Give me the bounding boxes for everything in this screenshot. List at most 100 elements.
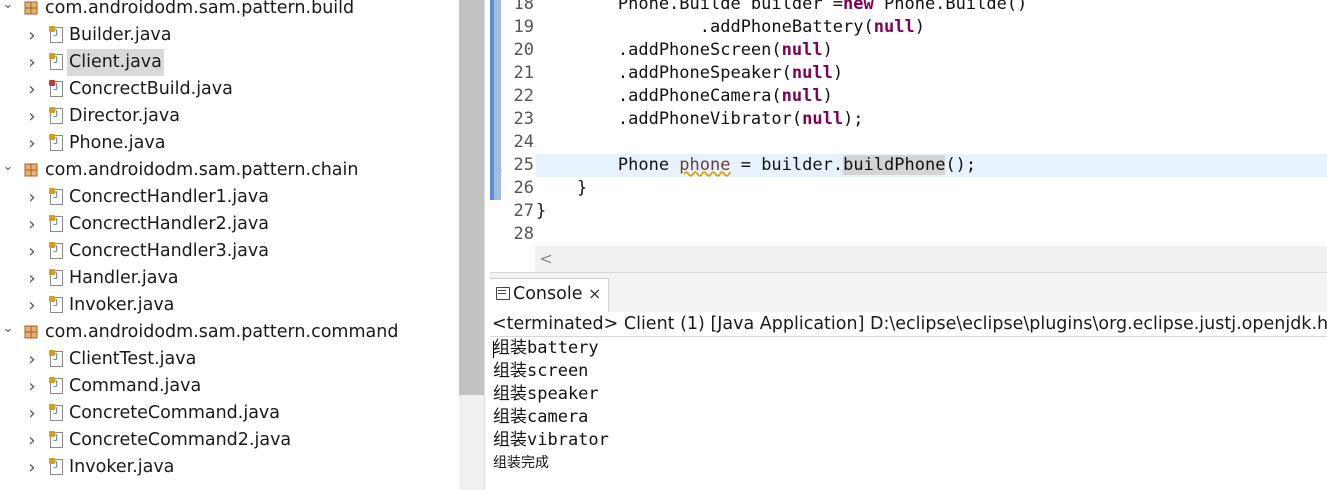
tree-file-row[interactable]: › J Invoker.java bbox=[0, 454, 459, 481]
line-number: 23 bbox=[513, 109, 534, 129]
tree-file-row[interactable]: › J ConcrectHandler1.java bbox=[0, 184, 459, 211]
chevron-right-icon[interactable]: › bbox=[26, 49, 38, 76]
tree-item-label[interactable]: Director.java bbox=[69, 103, 180, 130]
tree-file-row[interactable]: › J Builder.java bbox=[0, 22, 459, 49]
chevron-right-icon[interactable]: › bbox=[26, 265, 38, 292]
tree-item-label[interactable]: Command.java bbox=[69, 373, 201, 400]
tree-file-row[interactable]: › J ClientTest.java bbox=[0, 346, 459, 373]
code-token: (); bbox=[945, 155, 977, 175]
tree-item-label[interactable]: com.androidodm.sam.pattern.chain bbox=[45, 157, 358, 184]
code-token: Phone.Builde() bbox=[873, 0, 1028, 14]
code-text: .addPhoneScreen(null) bbox=[536, 39, 833, 62]
code-token: ) bbox=[832, 63, 844, 83]
console-tab-label[interactable]: Console bbox=[513, 284, 582, 304]
code-token: ) bbox=[914, 17, 925, 37]
code-text: .addPhoneVibrator(null); bbox=[536, 108, 864, 131]
tree-item-label[interactable]: ConcreteCommand.java bbox=[69, 400, 280, 427]
line-number: 26 bbox=[513, 178, 534, 198]
java-file-icon: J bbox=[49, 26, 63, 43]
console-icon bbox=[496, 287, 510, 300]
chevron-right-icon[interactable]: › bbox=[26, 400, 38, 427]
tree-item-label[interactable]: ConcreteCommand2.java bbox=[69, 427, 291, 454]
tree-file-row[interactable]: › J Director.java bbox=[0, 103, 459, 130]
package-explorer: ⌄ com.androidodm.sam.pattern.build › J Build… bbox=[0, 0, 459, 490]
tree-item-label[interactable]: com.androidodm.sam.pattern.build bbox=[45, 0, 354, 22]
code-line[interactable]: 27} bbox=[490, 200, 1327, 223]
tree-item-label[interactable]: Handler.java bbox=[69, 265, 179, 292]
close-icon[interactable]: × bbox=[588, 284, 601, 303]
java-file-icon: J bbox=[49, 269, 63, 286]
tree-file-row[interactable]: › J Handler.java bbox=[0, 265, 459, 292]
java-file-icon: J bbox=[49, 404, 63, 421]
chevron-right-icon[interactable]: › bbox=[26, 373, 38, 400]
chevron-right-icon[interactable]: › bbox=[26, 130, 38, 157]
line-number: 18 bbox=[513, 0, 534, 14]
tree-file-row[interactable]: › J ConcrectBuild.java bbox=[0, 76, 459, 103]
code-line[interactable]: 21 .addPhoneSpeaker(null) bbox=[490, 62, 1327, 85]
package-icon bbox=[24, 1, 38, 15]
chevron-right-icon[interactable]: › bbox=[26, 238, 38, 265]
code-text: .addPhoneBattery(null) bbox=[536, 16, 925, 39]
keyword-token: null bbox=[873, 17, 915, 37]
tree-item-label[interactable]: ConcrectBuild.java bbox=[69, 76, 233, 103]
code-line[interactable]: 22 .addPhoneCamera(null) bbox=[490, 85, 1327, 108]
explorer-scrollbar-thumb[interactable] bbox=[459, 0, 484, 395]
text-caret bbox=[493, 341, 494, 358]
java-file-icon: J bbox=[49, 242, 63, 259]
chevron-down-icon[interactable]: ⌄ bbox=[2, 319, 14, 346]
scroll-left-arrow-icon[interactable]: < bbox=[535, 246, 557, 272]
tree-file-row[interactable]: › J Command.java bbox=[0, 373, 459, 400]
tree-package-row[interactable]: ⌄ com.androidodm.sam.pattern.chain bbox=[0, 157, 459, 184]
code-token: ) bbox=[822, 40, 833, 60]
code-token: .addPhoneScreen( bbox=[536, 40, 782, 60]
chevron-right-icon[interactable]: › bbox=[26, 76, 38, 103]
tree-package-row[interactable]: ⌄ com.androidodm.sam.pattern.command bbox=[0, 319, 459, 346]
tree-item-label[interactable]: Phone.java bbox=[69, 130, 165, 157]
chevron-right-icon[interactable]: › bbox=[26, 346, 38, 373]
editor-horizontal-scrollbar[interactable] bbox=[535, 246, 1327, 272]
tree-file-row[interactable]: › J Phone.java bbox=[0, 130, 459, 157]
chevron-right-icon[interactable]: › bbox=[26, 211, 38, 238]
chevron-down-icon[interactable]: ⌄ bbox=[2, 157, 14, 184]
tree-file-row[interactable]: › J ConcrectHandler2.java bbox=[0, 211, 459, 238]
code-line[interactable]: 18 Phone.Builde builder =new Phone.Build… bbox=[490, 0, 1327, 16]
chevron-right-icon[interactable]: › bbox=[26, 454, 38, 481]
tree-file-row[interactable]: › J Invoker.java bbox=[0, 292, 459, 319]
code-line[interactable]: 24 bbox=[490, 131, 1327, 154]
code-line[interactable]: 19 .addPhoneBattery(null) bbox=[490, 16, 1327, 39]
chevron-down-icon[interactable]: ⌄ bbox=[2, 0, 14, 22]
code-token: ); bbox=[843, 109, 864, 129]
chevron-right-icon[interactable]: › bbox=[26, 427, 38, 454]
code-line[interactable]: 25 Phone phone = builder.buildPhone(); bbox=[490, 154, 1327, 177]
tree-item-label[interactable]: Invoker.java bbox=[69, 292, 174, 319]
tree-item-label[interactable]: com.androidodm.sam.pattern.command bbox=[45, 319, 398, 346]
tree-item-label[interactable]: Builder.java bbox=[69, 22, 172, 49]
tree-item-label[interactable]: ConcrectHandler3.java bbox=[69, 238, 269, 265]
tree-file-row[interactable]: › J ConcreteCommand2.java bbox=[0, 427, 459, 454]
unused-variable-token: phone bbox=[679, 155, 731, 175]
java-file-icon: J bbox=[49, 215, 63, 232]
tree-item-label[interactable]: ClientTest.java bbox=[69, 346, 196, 373]
tree-file-row[interactable]: › J ConcreteCommand.java bbox=[0, 400, 459, 427]
code-line[interactable]: 23 .addPhoneVibrator(null); bbox=[490, 108, 1327, 131]
console-output-line: 组装screen bbox=[493, 361, 589, 381]
chevron-right-icon[interactable]: › bbox=[26, 292, 38, 319]
code-line[interactable]: 26 } bbox=[490, 177, 1327, 200]
code-line[interactable]: 20 .addPhoneScreen(null) bbox=[490, 39, 1327, 62]
console-output[interactable]: 组装battery 组装screen 组装speaker 组装camera 组装vibr… bbox=[490, 337, 1327, 490]
tree-item-label[interactable]: Client.java bbox=[67, 49, 164, 76]
tree-file-row[interactable]: › J Client.java bbox=[0, 49, 459, 76]
tree-item-label[interactable]: ConcrectHandler1.java bbox=[69, 184, 269, 211]
code-editor[interactable]: 18 Phone.Builde builder =new Phone.Build… bbox=[490, 0, 1327, 272]
code-token: .addPhoneVibrator( bbox=[536, 109, 803, 129]
code-token: .addPhoneCamera( bbox=[536, 86, 782, 106]
chevron-right-icon[interactable]: › bbox=[26, 103, 38, 130]
java-file-icon: J bbox=[49, 107, 63, 124]
code-line[interactable]: 28 bbox=[490, 223, 1327, 246]
chevron-right-icon[interactable]: › bbox=[26, 184, 38, 211]
tree-package-row[interactable]: ⌄ com.androidodm.sam.pattern.build bbox=[0, 0, 459, 22]
chevron-right-icon[interactable]: › bbox=[26, 22, 38, 49]
tree-file-row[interactable]: › J ConcrectHandler3.java bbox=[0, 238, 459, 265]
tree-item-label[interactable]: Invoker.java bbox=[69, 454, 174, 481]
tree-item-label[interactable]: ConcrectHandler2.java bbox=[69, 211, 269, 238]
